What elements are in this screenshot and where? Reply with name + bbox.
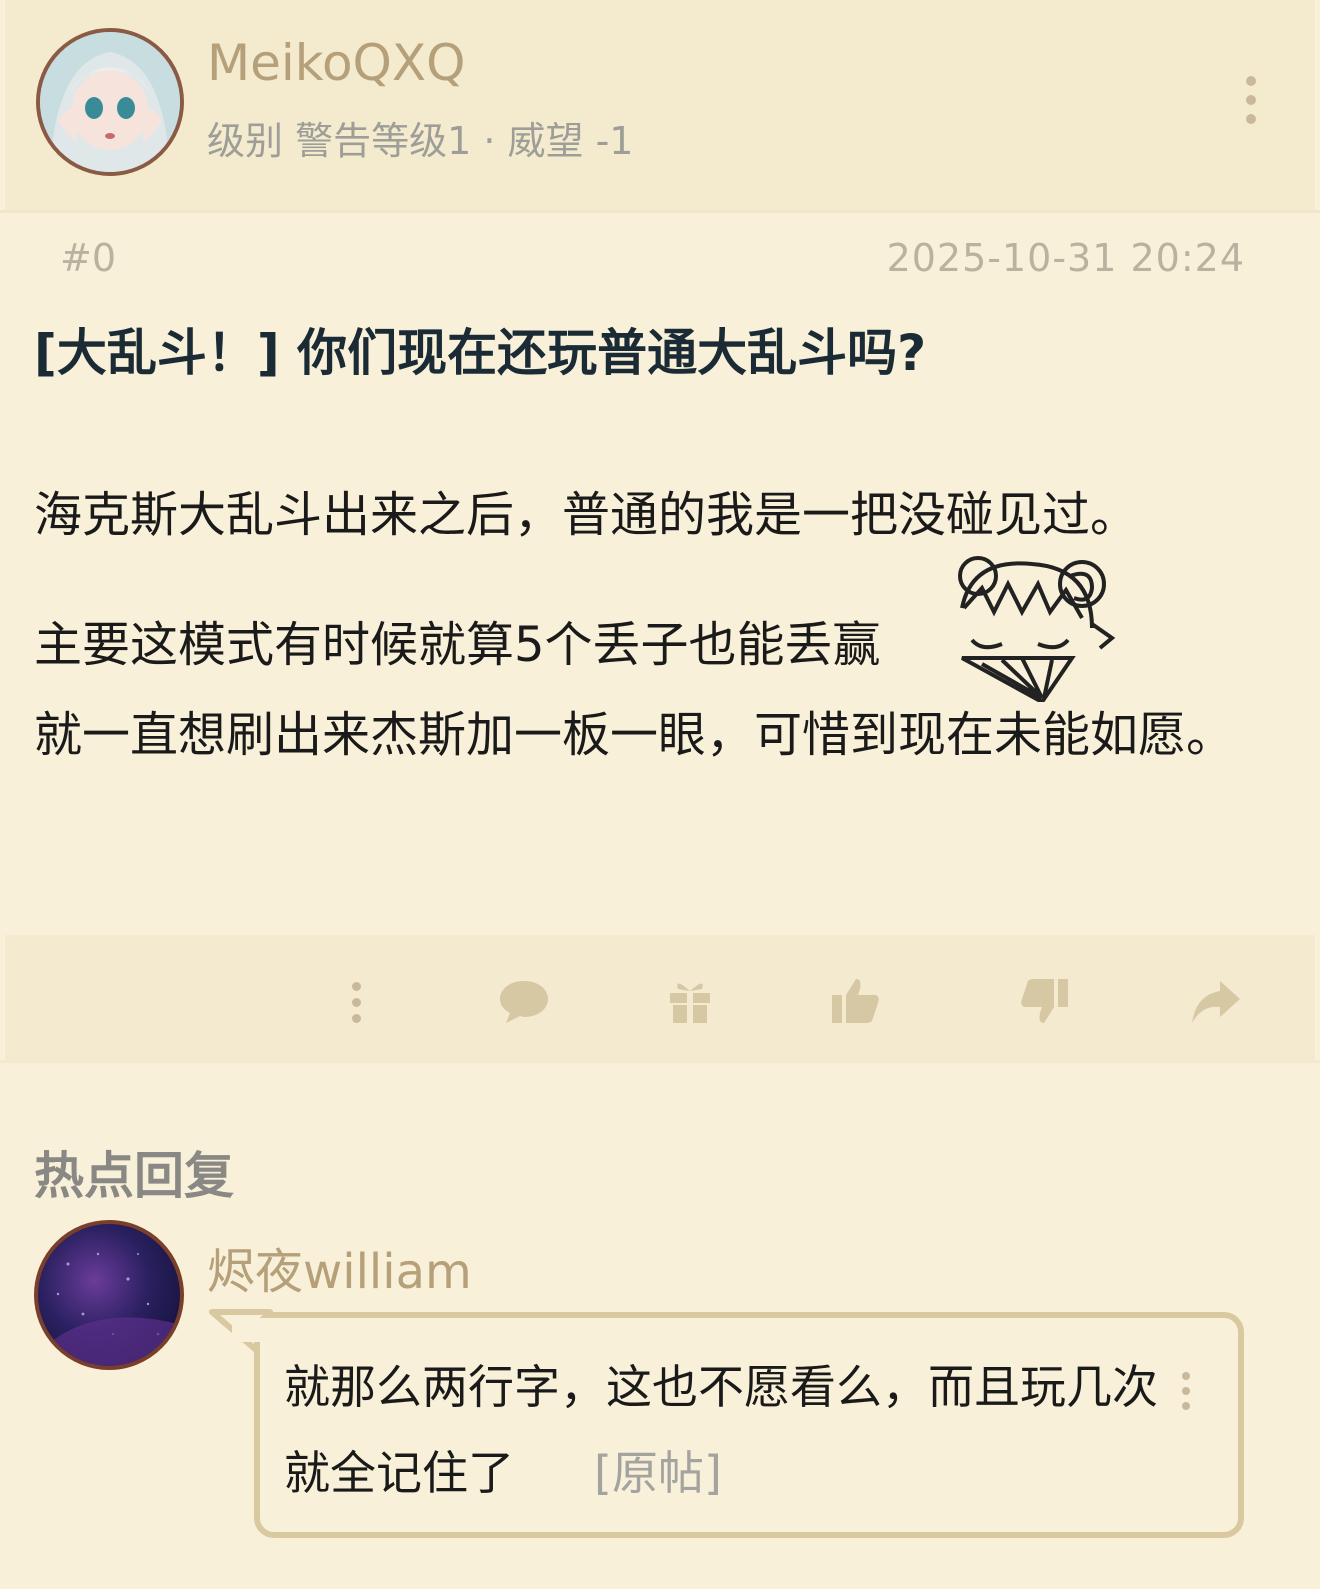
original-post-link[interactable]: [原帖] [594, 1446, 722, 1500]
reply-more-icon[interactable] [1182, 1372, 1190, 1410]
post-title: [大乱斗！] 你们现在还玩普通大乱斗吗? [34, 324, 927, 382]
bubble-tail-mask [232, 1318, 292, 1342]
share-icon[interactable] [1190, 975, 1242, 1027]
reply-author-name[interactable]: 烬夜william [207, 1232, 472, 1302]
thumb-up-icon[interactable] [830, 975, 882, 1027]
reply-author-avatar[interactable] [34, 1220, 184, 1370]
divider [0, 210, 1320, 213]
author-level: 级别 警告等级1 · 威望 -1 [207, 119, 634, 163]
gift-icon[interactable] [664, 975, 716, 1027]
post-action-bar [5, 935, 1315, 1060]
floor-number: #0 [60, 236, 117, 280]
reply-text: 就那么两行字，这也不愿看么，而且玩几次就全记住了 [原帖] [284, 1344, 1164, 1516]
thumb-down-icon[interactable] [1018, 975, 1070, 1027]
post-paragraph-line: 主要这模式有时候就算5个丢子也能丢赢 [34, 617, 881, 673]
sticker-emoji [942, 548, 1120, 705]
comment-icon[interactable] [498, 975, 550, 1027]
post-paragraph-line: 就一直想刷出来杰斯加一板一眼，可惜到现在未能如愿。 [34, 707, 1235, 763]
divider [0, 1060, 1320, 1063]
post-timestamp: 2025-10-31 20:24 [886, 236, 1245, 280]
more-icon[interactable] [352, 982, 361, 1023]
post-author-header [5, 0, 1315, 210]
author-name[interactable]: MeikoQXQ [207, 34, 466, 92]
hot-replies-heading: 热点回复 [34, 1147, 234, 1205]
more-options-icon[interactable] [1246, 76, 1256, 124]
post-paragraph: 海克斯大乱斗出来之后，普通的我是一把没碰见过。 [34, 487, 1139, 543]
author-avatar[interactable] [36, 28, 184, 176]
